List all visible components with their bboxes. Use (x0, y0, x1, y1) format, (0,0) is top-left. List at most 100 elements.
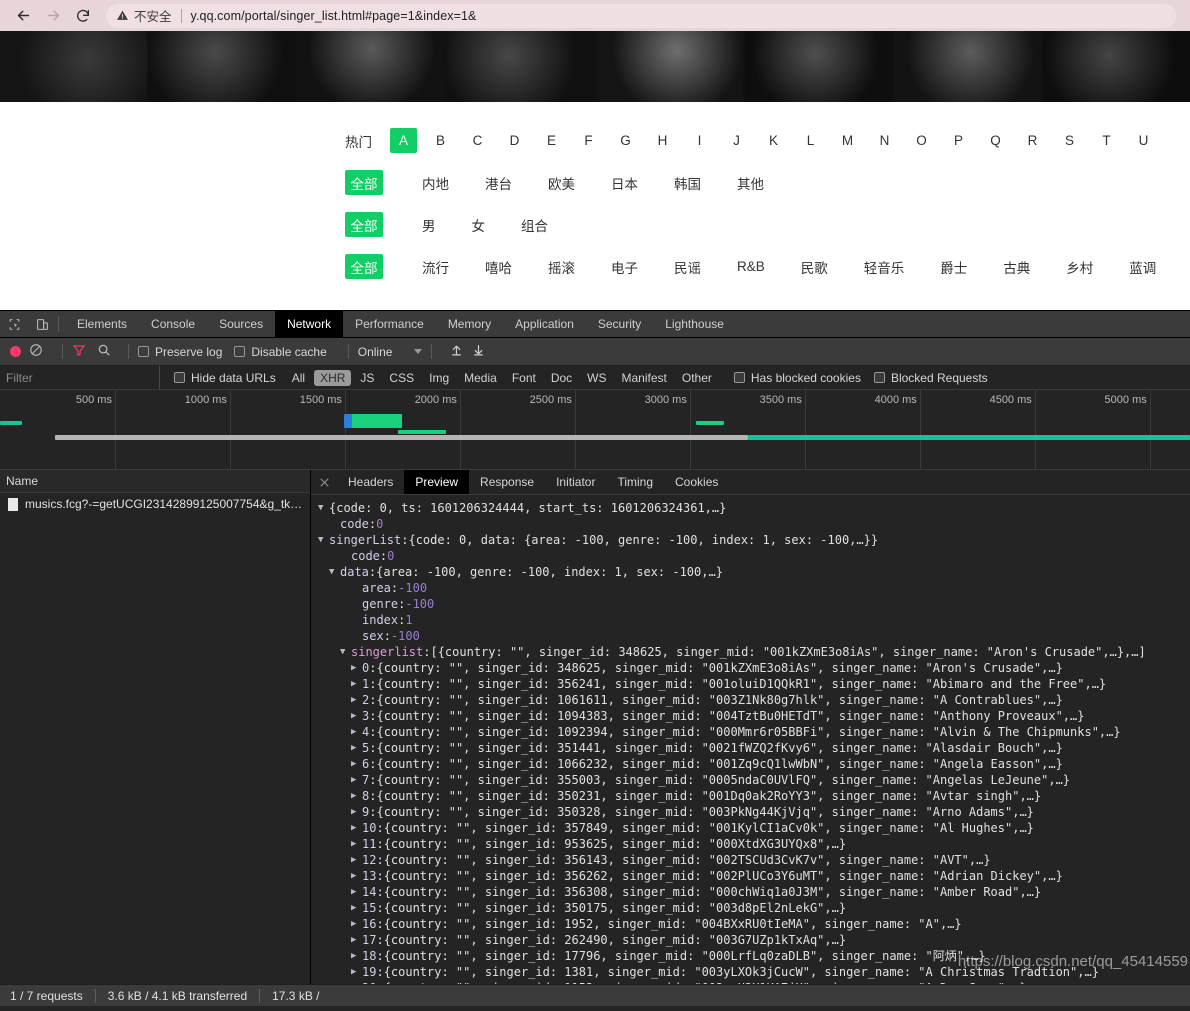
json-line[interactable]: ▼ data: {area: -100, genre: -100, index: … (318, 564, 1190, 580)
close-detail-button[interactable] (311, 470, 337, 494)
resource-type-media[interactable]: Media (458, 370, 503, 386)
letter-filter-s[interactable]: S (1056, 128, 1083, 153)
disclosure-triangle-closed-icon[interactable]: ▶ (351, 692, 362, 708)
json-line[interactable]: ▶ 13: {country: "", singer_id: 356262, si… (318, 868, 1190, 884)
toggle-device-toolbar-button[interactable] (28, 311, 56, 337)
json-line[interactable]: ▶ 16: {country: "", singer_id: 1952, sing… (318, 916, 1190, 932)
hide-data-urls-checkbox[interactable]: Hide data URLs (174, 371, 276, 385)
json-line[interactable]: ▶ 11: {country: "", singer_id: 953625, si… (318, 836, 1190, 852)
resource-type-font[interactable]: Font (506, 370, 542, 386)
devtools-tab-application[interactable]: Application (503, 311, 586, 337)
disclosure-triangle-closed-icon[interactable]: ▶ (351, 948, 362, 964)
letter-filter-k[interactable]: K (760, 128, 787, 153)
disclosure-triangle-closed-icon[interactable]: ▶ (351, 964, 362, 980)
sex-filter-1[interactable]: 女 (465, 212, 493, 237)
letter-filter-f[interactable]: F (575, 128, 602, 153)
letter-filter-d[interactable]: D (501, 128, 528, 153)
json-line[interactable]: code: 0 (318, 516, 1190, 532)
json-line[interactable]: ▼ singerList: {code: 0, data: {area: -100… (318, 532, 1190, 548)
detail-tab-preview[interactable]: Preview (404, 470, 470, 494)
letter-filter-u[interactable]: U (1130, 128, 1157, 153)
disable-cache-checkbox[interactable]: Disable cache (234, 338, 338, 365)
disclosure-triangle-closed-icon[interactable]: ▶ (351, 804, 362, 820)
resource-type-doc[interactable]: Doc (545, 370, 578, 386)
area-filter-3[interactable]: 日本 (604, 170, 645, 195)
inspect-element-button[interactable] (0, 311, 28, 337)
disclosure-triangle-closed-icon[interactable]: ▶ (351, 836, 362, 852)
resource-type-ws[interactable]: WS (581, 370, 612, 386)
devtools-tab-memory[interactable]: Memory (436, 311, 503, 337)
detail-tab-cookies[interactable]: Cookies (664, 470, 729, 494)
security-indicator[interactable]: 不安全 (116, 6, 172, 25)
import-har-button[interactable] (450, 343, 463, 360)
disclosure-triangle-open-icon[interactable]: ▼ (318, 532, 329, 548)
json-line[interactable]: ▶ 3: {country: "", singer_id: 1094383, si… (318, 708, 1190, 724)
forward-button[interactable] (38, 3, 68, 29)
letter-filter-i[interactable]: I (686, 128, 713, 153)
letter-filter-g[interactable]: G (612, 128, 639, 153)
genre-filter-11[interactable]: 蓝调 (1122, 254, 1163, 279)
reload-button[interactable] (68, 3, 98, 29)
json-line[interactable]: area: -100 (318, 580, 1190, 596)
devtools-tab-elements[interactable]: Elements (65, 311, 139, 337)
area-filter-2[interactable]: 欧美 (541, 170, 582, 195)
resource-type-img[interactable]: Img (423, 370, 455, 386)
json-line[interactable]: ▶ 5: {country: "", singer_id: 351441, sin… (318, 740, 1190, 756)
json-line[interactable]: index: 1 (318, 612, 1190, 628)
detail-tab-timing[interactable]: Timing (606, 470, 664, 494)
json-line[interactable]: ▶ 4: {country: "", singer_id: 1092394, si… (318, 724, 1190, 740)
resource-type-all[interactable]: All (286, 370, 311, 386)
disclosure-triangle-closed-icon[interactable]: ▶ (351, 884, 362, 900)
genre-filter-5[interactable]: R&B (730, 254, 772, 279)
disclosure-triangle-closed-icon[interactable]: ▶ (351, 724, 362, 740)
devtools-tab-security[interactable]: Security (586, 311, 653, 337)
devtools-tab-console[interactable]: Console (139, 311, 207, 337)
letter-filter-t[interactable]: T (1093, 128, 1120, 153)
letter-filter-r[interactable]: R (1019, 128, 1046, 153)
filter-input[interactable]: Filter (0, 366, 160, 389)
disclosure-triangle-closed-icon[interactable]: ▶ (351, 660, 362, 676)
detail-tab-headers[interactable]: Headers (337, 470, 404, 494)
letter-filter-p[interactable]: P (945, 128, 972, 153)
disclosure-triangle-closed-icon[interactable]: ▶ (351, 852, 362, 868)
detail-tab-initiator[interactable]: Initiator (545, 470, 606, 494)
area-filter-5[interactable]: 其他 (730, 170, 771, 195)
genre-filter-4[interactable]: 民谣 (667, 254, 708, 279)
disclosure-triangle-closed-icon[interactable]: ▶ (351, 868, 362, 884)
disclosure-triangle-closed-icon[interactable]: ▶ (351, 788, 362, 804)
filter-sex-all[interactable]: 全部 (345, 212, 383, 237)
genre-filter-10[interactable]: 乡村 (1059, 254, 1100, 279)
disclosure-triangle-closed-icon[interactable]: ▶ (351, 980, 362, 984)
letter-filter-m[interactable]: M (834, 128, 861, 153)
json-line[interactable]: ▼ singerlist: [{country: "", singer_id: 3… (318, 644, 1190, 660)
devtools-tab-lighthouse[interactable]: Lighthouse (653, 311, 736, 337)
resource-type-manifest[interactable]: Manifest (616, 370, 673, 386)
filter-button[interactable] (72, 343, 86, 360)
request-column-header[interactable]: Name (0, 470, 310, 493)
letter-filter-q[interactable]: Q (982, 128, 1009, 153)
genre-filter-6[interactable]: 民歌 (794, 254, 835, 279)
area-filter-0[interactable]: 内地 (415, 170, 456, 195)
disclosure-triangle-closed-icon[interactable]: ▶ (351, 756, 362, 772)
json-line[interactable]: ▶ 7: {country: "", singer_id: 355003, sin… (318, 772, 1190, 788)
filter-label-hot[interactable]: 热门 (345, 131, 390, 151)
genre-filter-7[interactable]: 轻音乐 (857, 254, 912, 279)
disclosure-triangle-closed-icon[interactable]: ▶ (351, 820, 362, 836)
clear-button[interactable] (29, 343, 43, 360)
throttling-select[interactable]: Online (358, 345, 423, 359)
disclosure-triangle-closed-icon[interactable]: ▶ (351, 708, 362, 724)
json-line[interactable]: ▶ 19: {country: "", singer_id: 1381, sing… (318, 964, 1190, 980)
letter-filter-c[interactable]: C (464, 128, 491, 153)
json-line[interactable]: ▶ 15: {country: "", singer_id: 350175, si… (318, 900, 1190, 916)
area-filter-4[interactable]: 韩国 (667, 170, 708, 195)
letter-filter-l[interactable]: L (797, 128, 824, 153)
disclosure-triangle-closed-icon[interactable]: ▶ (351, 932, 362, 948)
record-button[interactable] (10, 346, 21, 357)
devtools-tab-network[interactable]: Network (275, 311, 344, 337)
devtools-tab-sources[interactable]: Sources (207, 311, 275, 337)
json-line[interactable]: ▶ 14: {country: "", singer_id: 356308, si… (318, 884, 1190, 900)
address-bar[interactable]: 不安全 y.qq.com/portal/singer_list.html#pag… (106, 3, 1176, 28)
filter-genre-all[interactable]: 全部 (345, 254, 383, 279)
disclosure-triangle-closed-icon[interactable]: ▶ (351, 740, 362, 756)
json-line[interactable]: ▶ 18: {country: "", singer_id: 17796, sin… (318, 948, 1190, 964)
